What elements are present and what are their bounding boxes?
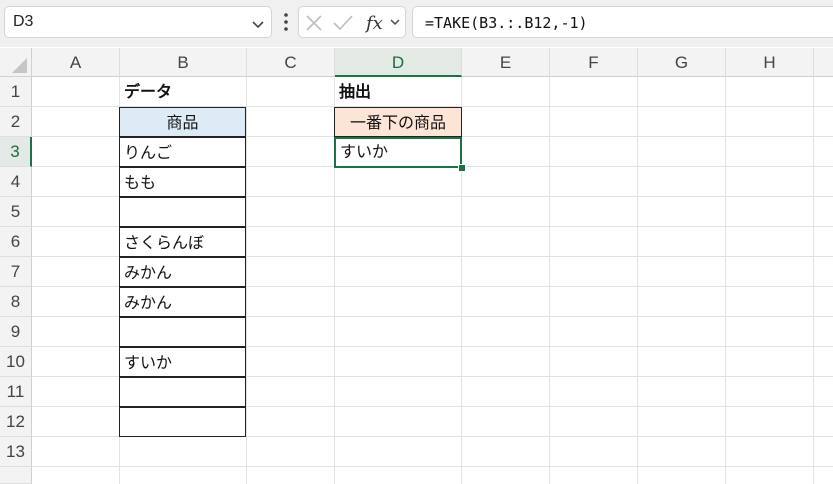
column-header-g[interactable]: G	[638, 48, 726, 77]
chevron-down-icon[interactable]	[251, 16, 265, 35]
svg-text:fx: fx	[365, 13, 383, 34]
column-header-e[interactable]: E	[462, 48, 550, 77]
cell-b9[interactable]	[119, 317, 246, 347]
row-header-1[interactable]: 1	[0, 77, 32, 107]
row-header-13[interactable]: 13	[0, 437, 32, 467]
enter-icon[interactable]	[333, 14, 353, 36]
column-header-b[interactable]: B	[120, 48, 247, 77]
gridline	[637, 77, 638, 484]
cell-b1[interactable]: データ	[124, 77, 172, 107]
gridline	[32, 466, 833, 467]
cell-b12[interactable]	[119, 407, 246, 437]
column-header-a[interactable]: A	[32, 48, 120, 77]
cell-b6[interactable]: さくらんぼ	[119, 227, 246, 257]
select-all-corner[interactable]	[0, 48, 32, 77]
gridline	[549, 77, 550, 484]
cell-b5[interactable]	[119, 197, 246, 227]
column-header-f[interactable]: F	[550, 48, 638, 77]
row-header-12[interactable]: 12	[0, 407, 32, 437]
row-header-11[interactable]: 11	[0, 377, 32, 407]
column-header-d[interactable]: D	[335, 48, 462, 77]
formula-text: =TAKE(B3.:.B12,-1)	[425, 14, 588, 32]
fill-handle[interactable]	[458, 164, 466, 172]
gridline	[246, 77, 247, 484]
row-header-3[interactable]: 3	[0, 137, 32, 167]
name-box[interactable]: D3	[4, 6, 272, 38]
gridline	[813, 77, 814, 484]
cancel-icon[interactable]	[305, 14, 323, 36]
active-cell-border	[334, 137, 462, 168]
cell-b11[interactable]	[119, 377, 246, 407]
column-header-i[interactable]	[814, 48, 833, 77]
row-header-5[interactable]: 5	[0, 197, 32, 227]
cell-b10[interactable]: すいか	[119, 347, 246, 377]
fx-icon[interactable]: fx	[364, 11, 403, 39]
cell-b3[interactable]: りんご	[119, 137, 246, 167]
row-header-6[interactable]: 6	[0, 227, 32, 257]
row-header-4[interactable]: 4	[0, 167, 32, 197]
formula-actions: fx	[298, 6, 406, 38]
formula-input[interactable]: =TAKE(B3.:.B12,-1)	[412, 6, 833, 38]
cell-b7[interactable]: みかん	[119, 257, 246, 287]
cell-d2[interactable]: 一番下の商品	[334, 107, 462, 137]
gridline	[725, 77, 726, 484]
row-header-14[interactable]	[0, 467, 32, 484]
row-header-8[interactable]: 8	[0, 287, 32, 317]
cell-b2[interactable]: 商品	[119, 107, 246, 137]
row-header-9[interactable]: 9	[0, 317, 32, 347]
cell-b4[interactable]: もも	[119, 167, 246, 197]
column-header-c[interactable]: C	[247, 48, 335, 77]
more-icon[interactable]	[283, 11, 289, 37]
row-header-10[interactable]: 10	[0, 347, 32, 377]
column-header-h[interactable]: H	[726, 48, 814, 77]
row-header-7[interactable]: 7	[0, 257, 32, 287]
name-box-value: D3	[13, 13, 34, 30]
cell-d1[interactable]: 抽出	[339, 77, 371, 107]
row-header-2[interactable]: 2	[0, 107, 32, 137]
cell-b8[interactable]: みかん	[119, 287, 246, 317]
